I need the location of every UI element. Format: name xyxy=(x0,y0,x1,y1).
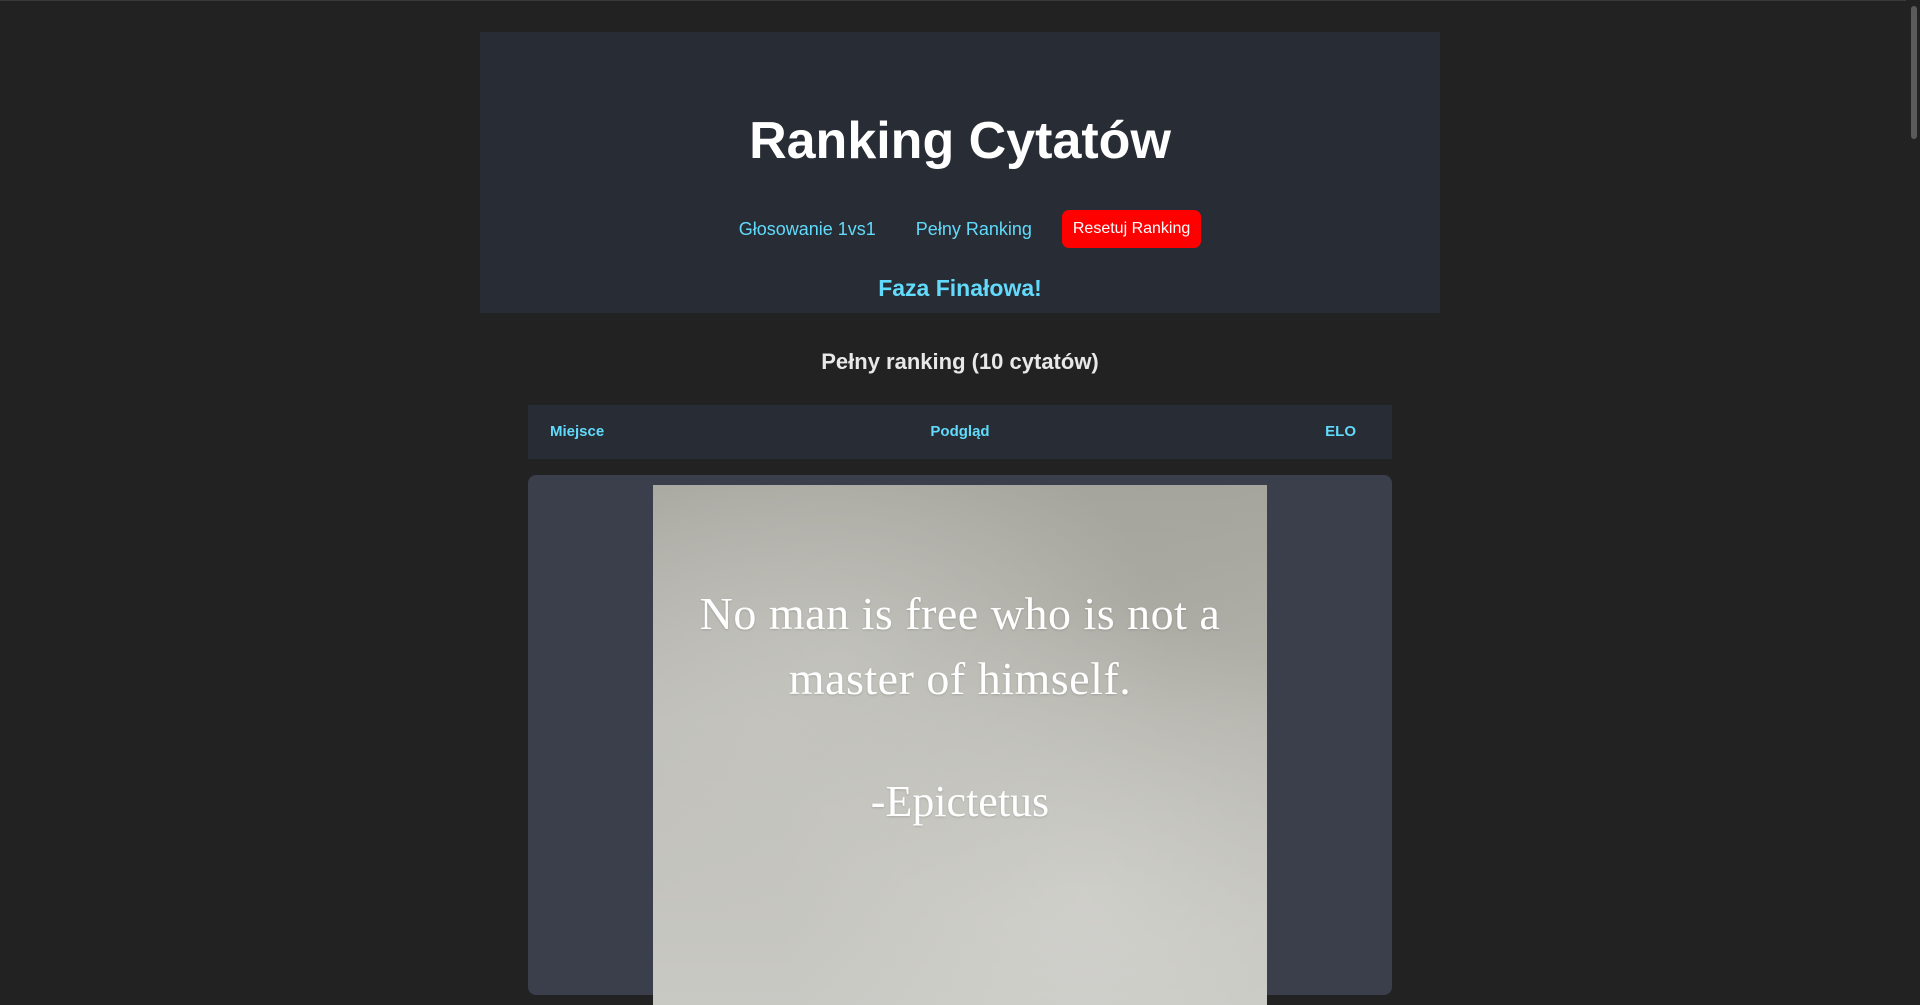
site-header: Ranking Cytatów Głosowanie 1vs1 Pełny Ra… xyxy=(480,32,1440,313)
quote-image-author: -Epictetus xyxy=(870,777,1050,826)
page-title: Ranking Cytatów xyxy=(749,112,1171,170)
column-header-preview: Podgląd xyxy=(930,423,990,440)
column-header-elo: ELO xyxy=(1325,423,1356,440)
quote-image-text: No man is free who is not a master of hi… xyxy=(699,588,1221,704)
ranking-title: Pełny ranking (10 cytatów) xyxy=(821,349,1099,374)
window-top-border xyxy=(0,0,1920,1)
main-nav: Głosowanie 1vs1 Pełny Ranking Resetuj Ra… xyxy=(480,210,1440,248)
quote-preview-image[interactable]: No man is free who is not a master of hi… xyxy=(653,485,1267,1005)
nav-link-full-ranking[interactable]: Pełny Ranking xyxy=(896,210,1052,248)
scrollbar-thumb[interactable] xyxy=(1911,6,1917,139)
vertical-scrollbar[interactable] xyxy=(1906,0,1920,968)
phase-label: Faza Finałowa! xyxy=(878,275,1042,301)
reset-ranking-button[interactable]: Resetuj Ranking xyxy=(1061,210,1202,248)
ranking-table-header: Miejsce Podgląd ELO xyxy=(528,405,1392,459)
nav-link-voting[interactable]: Głosowanie 1vs1 xyxy=(719,210,896,248)
ranking-row: No man is free who is not a master of hi… xyxy=(528,475,1392,1005)
